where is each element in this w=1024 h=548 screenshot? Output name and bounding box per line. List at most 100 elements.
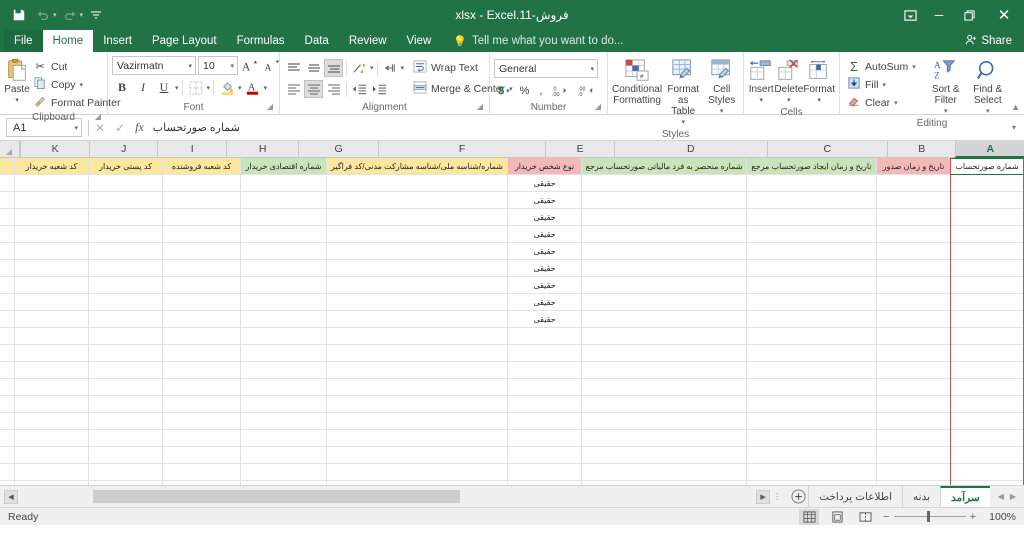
cell-K20[interactable] [0, 481, 14, 485]
tab-file[interactable]: File [4, 30, 43, 52]
cell-E14[interactable] [507, 379, 581, 396]
underline-dropdown-icon[interactable]: ▾ [175, 84, 179, 92]
increase-indent-button[interactable] [370, 80, 389, 98]
fill-color-button[interactable] [217, 78, 237, 97]
cell-K3[interactable] [0, 192, 14, 209]
cell-I16[interactable] [88, 413, 162, 430]
font-name-dropdown-icon[interactable]: ▾ [188, 62, 192, 70]
cell-A11[interactable] [950, 328, 1024, 345]
cell-F9[interactable] [326, 294, 507, 311]
cell-I20[interactable] [88, 481, 162, 485]
cell-D1[interactable]: شماره منحصر به فرد مالیاتی صورتحساب مرجع [581, 158, 746, 175]
page-break-preview-button[interactable] [855, 509, 875, 525]
cell-E15[interactable] [507, 396, 581, 413]
cell-C3[interactable] [746, 192, 876, 209]
redo-dropdown-icon[interactable]: ▾ [80, 11, 84, 19]
cell-B4[interactable] [876, 209, 950, 226]
sheet-tab-2[interactable]: اطلاعات پرداخت [808, 486, 902, 507]
customize-quick-access-icon[interactable] [85, 4, 107, 26]
increase-font-size-button[interactable]: A [240, 56, 260, 75]
cell-I3[interactable] [88, 192, 162, 209]
align-middle-button[interactable] [304, 59, 323, 77]
cell-A9[interactable] [950, 294, 1024, 311]
cell-J13[interactable] [14, 362, 88, 379]
cell-K4[interactable] [0, 209, 14, 226]
cell-H7[interactable] [162, 260, 240, 277]
clear-button[interactable]: Clear ▾ [844, 94, 919, 111]
cell-F3[interactable] [326, 192, 507, 209]
cell-E13[interactable] [507, 362, 581, 379]
text-direction-dropdown-icon[interactable]: ▾ [401, 64, 405, 72]
cell-E17[interactable] [507, 430, 581, 447]
cell-E1[interactable]: نوع شخص خریدار [507, 158, 581, 175]
borders-dropdown-icon[interactable]: ▾ [207, 84, 211, 92]
cell-A6[interactable] [950, 243, 1024, 260]
cell-A17[interactable] [950, 430, 1024, 447]
cell-C11[interactable] [746, 328, 876, 345]
cell-I18[interactable] [88, 447, 162, 464]
cell-G17[interactable] [240, 430, 326, 447]
bold-button[interactable]: B [112, 78, 132, 97]
cell-C17[interactable] [746, 430, 876, 447]
cell-H19[interactable] [162, 464, 240, 481]
decrease-font-size-button[interactable]: A [262, 56, 282, 75]
cell-H13[interactable] [162, 362, 240, 379]
cell-C8[interactable] [746, 277, 876, 294]
cell-D18[interactable] [581, 447, 746, 464]
cell-H12[interactable] [162, 345, 240, 362]
text-direction-button[interactable] [381, 59, 400, 77]
cell-K19[interactable] [0, 464, 14, 481]
cell-H18[interactable] [162, 447, 240, 464]
tell-me-search[interactable]: 💡 Tell me what you want to do... [441, 30, 623, 52]
cell-I1[interactable]: کد پستی خریدار [88, 158, 162, 175]
cell-C9[interactable] [746, 294, 876, 311]
cell-G13[interactable] [240, 362, 326, 379]
cell-F7[interactable] [326, 260, 507, 277]
column-header-K[interactable]: K [20, 141, 89, 158]
orientation-button[interactable]: a [350, 59, 369, 77]
cell-D14[interactable] [581, 379, 746, 396]
cell-B8[interactable] [876, 277, 950, 294]
cell-B16[interactable] [876, 413, 950, 430]
column-header-F[interactable]: F [377, 141, 546, 158]
cell-K12[interactable] [0, 345, 14, 362]
cell-J15[interactable] [14, 396, 88, 413]
autosum-dropdown-icon[interactable]: ▾ [912, 63, 916, 71]
cell-K16[interactable] [0, 413, 14, 430]
cell-E10[interactable]: حقیقی [507, 311, 581, 328]
cell-F13[interactable] [326, 362, 507, 379]
cell-J6[interactable] [14, 243, 88, 260]
cell-F1[interactable]: شماره/شناسه ملی/شناسه مشارکت مدنی/کد فرا… [326, 158, 507, 175]
cell-H8[interactable] [162, 277, 240, 294]
cell-I11[interactable] [88, 328, 162, 345]
cell-I17[interactable] [88, 430, 162, 447]
number-format-combo[interactable]: General ▾ [494, 59, 598, 78]
cell-G4[interactable] [240, 209, 326, 226]
select-all-corner[interactable] [0, 141, 21, 158]
cell-E11[interactable] [507, 328, 581, 345]
cell-I2[interactable] [88, 175, 162, 192]
align-right-button[interactable] [324, 80, 343, 98]
cell-G15[interactable] [240, 396, 326, 413]
cell-J11[interactable] [14, 328, 88, 345]
cell-E8[interactable]: حقیقی [507, 277, 581, 294]
cell-J12[interactable] [14, 345, 88, 362]
tab-home[interactable]: Home [42, 30, 94, 52]
cell-A5[interactable] [950, 226, 1024, 243]
hscroll-track[interactable] [20, 490, 755, 503]
tab-view[interactable]: View [397, 30, 442, 52]
cell-G8[interactable] [240, 277, 326, 294]
share-button[interactable]: Share [959, 30, 1024, 52]
cell-B13[interactable] [876, 362, 950, 379]
cell-D13[interactable] [581, 362, 746, 379]
cell-J2[interactable] [14, 175, 88, 192]
cell-G11[interactable] [240, 328, 326, 345]
cell-D10[interactable] [581, 311, 746, 328]
cell-E7[interactable]: حقیقی [507, 260, 581, 277]
cell-C18[interactable] [746, 447, 876, 464]
new-sheet-button[interactable] [788, 486, 808, 507]
cell-G20[interactable] [240, 481, 326, 485]
cell-D5[interactable] [581, 226, 746, 243]
cell-D8[interactable] [581, 277, 746, 294]
zoom-slider[interactable]: − + [883, 511, 976, 523]
